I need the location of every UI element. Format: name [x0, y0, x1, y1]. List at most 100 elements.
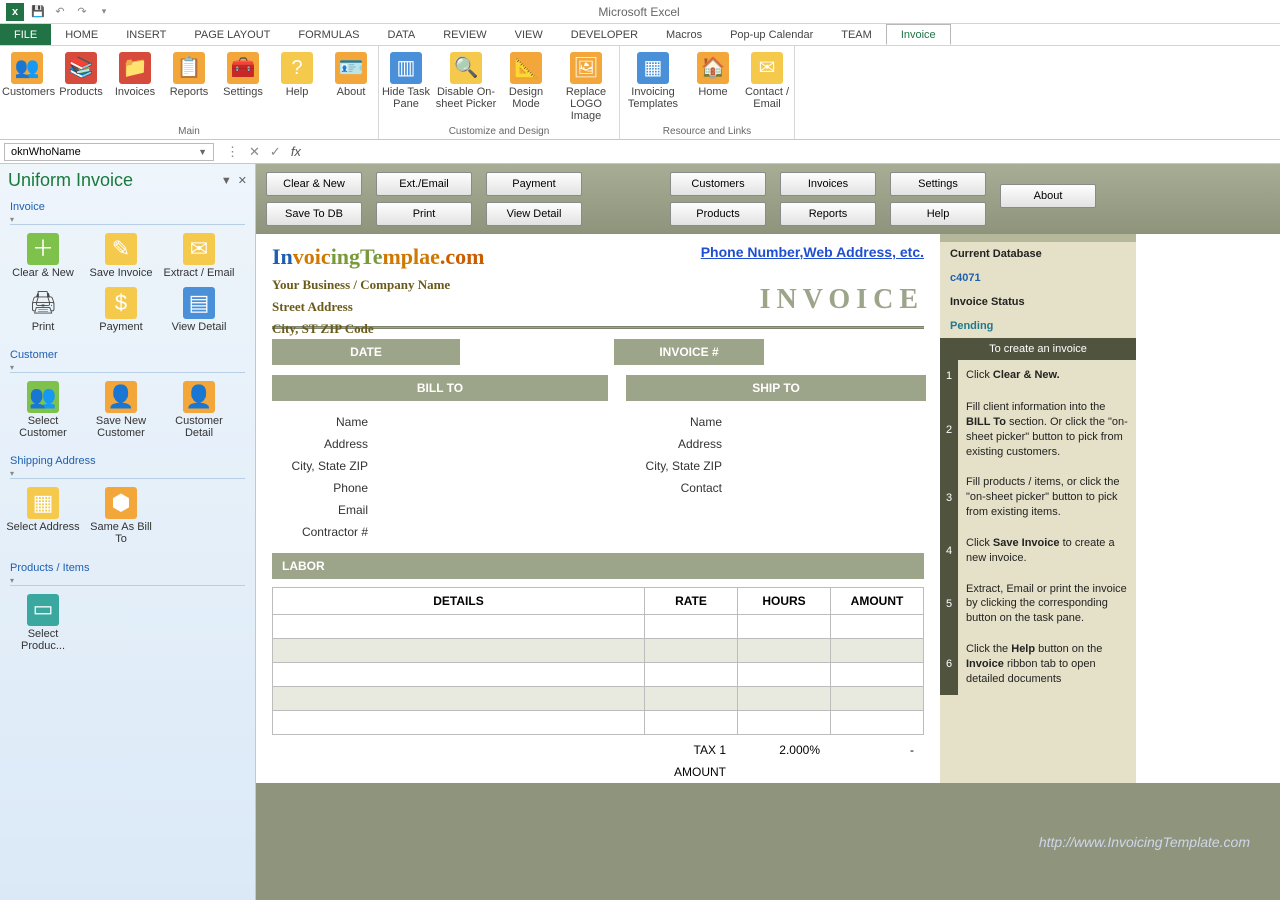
ribbon-replace-logo[interactable]: 🖼Replace LOGO Image: [553, 50, 619, 122]
save-icon[interactable]: 💾: [30, 4, 46, 20]
invoice-no-input[interactable]: [764, 339, 924, 365]
tp-payment[interactable]: $Payment: [82, 283, 160, 337]
cancel-icon[interactable]: ✕: [249, 144, 260, 160]
ship-city-label: City, State ZIP: [626, 459, 736, 473]
formula-buttons: ⋮ ✕ ✓ fx: [214, 144, 313, 160]
tp-section-shipping[interactable]: Shipping Address: [0, 451, 255, 479]
table-row[interactable]: [273, 639, 924, 663]
title-bar: x 💾 ↶ ↷ ▾ Microsoft Excel: [0, 0, 1280, 24]
templates-icon: ▦: [637, 52, 669, 84]
tab-page-layout[interactable]: PAGE LAYOUT: [180, 24, 284, 45]
ribbon-hide-task-pane[interactable]: ▥Hide Task Pane: [379, 50, 433, 110]
tab-view[interactable]: VIEW: [501, 24, 557, 45]
tab-macros[interactable]: Macros: [652, 24, 716, 45]
tab-home[interactable]: HOME: [51, 24, 112, 45]
tab-invoice[interactable]: Invoice: [886, 24, 951, 45]
ribbon-design-mode[interactable]: 📐Design Mode: [499, 50, 553, 110]
ship-address-label: Address: [626, 437, 736, 451]
ribbon-reports[interactable]: 📋Reports: [162, 50, 216, 98]
tp-extract-email[interactable]: ✉Extract / Email: [160, 229, 238, 283]
btn-save-to-db[interactable]: Save To DB: [266, 202, 362, 226]
tab-developer[interactable]: DEVELOPER: [557, 24, 652, 45]
person-detail-icon: 👤: [183, 381, 215, 413]
table-row[interactable]: [273, 615, 924, 639]
tp-select-product[interactable]: ▭Select Produc...: [4, 590, 82, 656]
ribbon-invoicing-templates[interactable]: ▦Invoicing Templates: [620, 50, 686, 110]
fx-icon[interactable]: fx: [291, 144, 301, 159]
btn-ext-email[interactable]: Ext./Email: [376, 172, 472, 196]
btn-customers[interactable]: Customers: [670, 172, 766, 196]
table-row[interactable]: [273, 687, 924, 711]
btn-products[interactable]: Products: [670, 202, 766, 226]
chevron-down-icon[interactable]: ▼: [221, 175, 232, 187]
tab-formulas[interactable]: FORMULAS: [284, 24, 373, 45]
tab-popup-calendar[interactable]: Pop-up Calendar: [716, 24, 827, 45]
table-row[interactable]: [273, 711, 924, 735]
date-input[interactable]: [460, 339, 600, 365]
btn-payment[interactable]: Payment: [486, 172, 582, 196]
ruler-icon: 📐: [510, 52, 542, 84]
ribbon-help[interactable]: ?Help: [270, 50, 324, 98]
confirm-icon[interactable]: ✓: [270, 144, 281, 160]
invoice-no-label: INVOICE #: [614, 339, 764, 365]
tp-select-address[interactable]: ▦Select Address: [4, 483, 82, 549]
tp-print[interactable]: 🖨Print: [4, 283, 82, 337]
tp-view-detail[interactable]: ▤View Detail: [160, 283, 238, 337]
tp-save-new-customer[interactable]: 👤Save New Customer: [82, 377, 160, 443]
tab-file[interactable]: FILE: [0, 24, 51, 45]
ribbon-customers[interactable]: 👥Customers: [0, 50, 54, 98]
step-text: Extract, Email or print the invoice by c…: [958, 574, 1136, 635]
tab-review[interactable]: REVIEW: [429, 24, 500, 45]
ribbon-body: 👥Customers 📚Products 📁Invoices 📋Reports …: [0, 46, 1280, 140]
name-box[interactable]: oknWhoName ▼: [4, 143, 214, 161]
ribbon-contact-email[interactable]: ✉Contact / Email: [740, 50, 794, 110]
ribbon-home[interactable]: 🏠Home: [686, 50, 740, 98]
btn-settings[interactable]: Settings: [890, 172, 986, 196]
ribbon-settings[interactable]: 🧰Settings: [216, 50, 270, 98]
tab-insert[interactable]: INSERT: [112, 24, 180, 45]
step-item: 4Click Save Invoice to create a new invo…: [940, 528, 1136, 574]
close-icon[interactable]: ✕: [238, 174, 247, 187]
btn-about[interactable]: About: [1000, 184, 1096, 208]
tp-section-invoice[interactable]: Invoice: [0, 197, 255, 225]
ribbon-invoices[interactable]: 📁Invoices: [108, 50, 162, 98]
tp-same-as-bill-to[interactable]: ⬢Same As Bill To: [82, 483, 160, 549]
bill-contractor-label: Contractor #: [272, 525, 382, 539]
vertical-dots-icon[interactable]: ⋮: [226, 144, 239, 160]
tp-select-customer[interactable]: 👥Select Customer: [4, 377, 82, 443]
task-pane-header: Uniform Invoice ▼ ✕: [0, 164, 255, 197]
watermark: http://www.InvoicingTemplate.com: [1039, 834, 1250, 850]
ribbon-about[interactable]: 🪪About: [324, 50, 378, 98]
ribbon-products[interactable]: 📚Products: [54, 50, 108, 98]
tp-customer-detail[interactable]: 👤Customer Detail: [160, 377, 238, 443]
tp-label: Extract / Email: [164, 267, 235, 279]
qat-dropdown-icon[interactable]: ▾: [96, 4, 112, 20]
tp-save-invoice[interactable]: ✎Save Invoice: [82, 229, 160, 283]
business-city[interactable]: City, ST ZIP Code: [272, 318, 924, 340]
btn-view-detail[interactable]: View Detail: [486, 202, 582, 226]
tp-clear-new[interactable]: ＋Clear & New: [4, 229, 82, 283]
tab-data[interactable]: DATA: [374, 24, 430, 45]
chevron-down-icon[interactable]: ▼: [198, 147, 207, 157]
tp-label: Select Address: [6, 521, 79, 533]
contact-link[interactable]: Phone Number,Web Address, etc.: [701, 244, 924, 270]
db-value[interactable]: c4071: [940, 266, 1136, 290]
undo-icon[interactable]: ↶: [52, 4, 68, 20]
task-pane-title: Uniform Invoice: [8, 170, 133, 191]
detail-icon: ▤: [183, 287, 215, 319]
btn-help[interactable]: Help: [890, 202, 986, 226]
tp-section-customer[interactable]: Customer: [0, 345, 255, 373]
formula-input[interactable]: [313, 142, 1280, 162]
tax1-rate[interactable]: 2.000%: [736, 739, 830, 761]
copy-icon: ⬢: [105, 487, 137, 519]
btn-reports[interactable]: Reports: [780, 202, 876, 226]
btn-print[interactable]: Print: [376, 202, 472, 226]
tax1-amount: -: [830, 739, 924, 761]
ribbon-disable-picker[interactable]: 🔍Disable On-sheet Picker: [433, 50, 499, 110]
table-row[interactable]: [273, 663, 924, 687]
redo-icon[interactable]: ↷: [74, 4, 90, 20]
tp-section-products[interactable]: Products / Items: [0, 558, 255, 586]
btn-invoices[interactable]: Invoices: [780, 172, 876, 196]
btn-clear-new[interactable]: Clear & New: [266, 172, 362, 196]
tab-team[interactable]: TEAM: [827, 24, 886, 45]
